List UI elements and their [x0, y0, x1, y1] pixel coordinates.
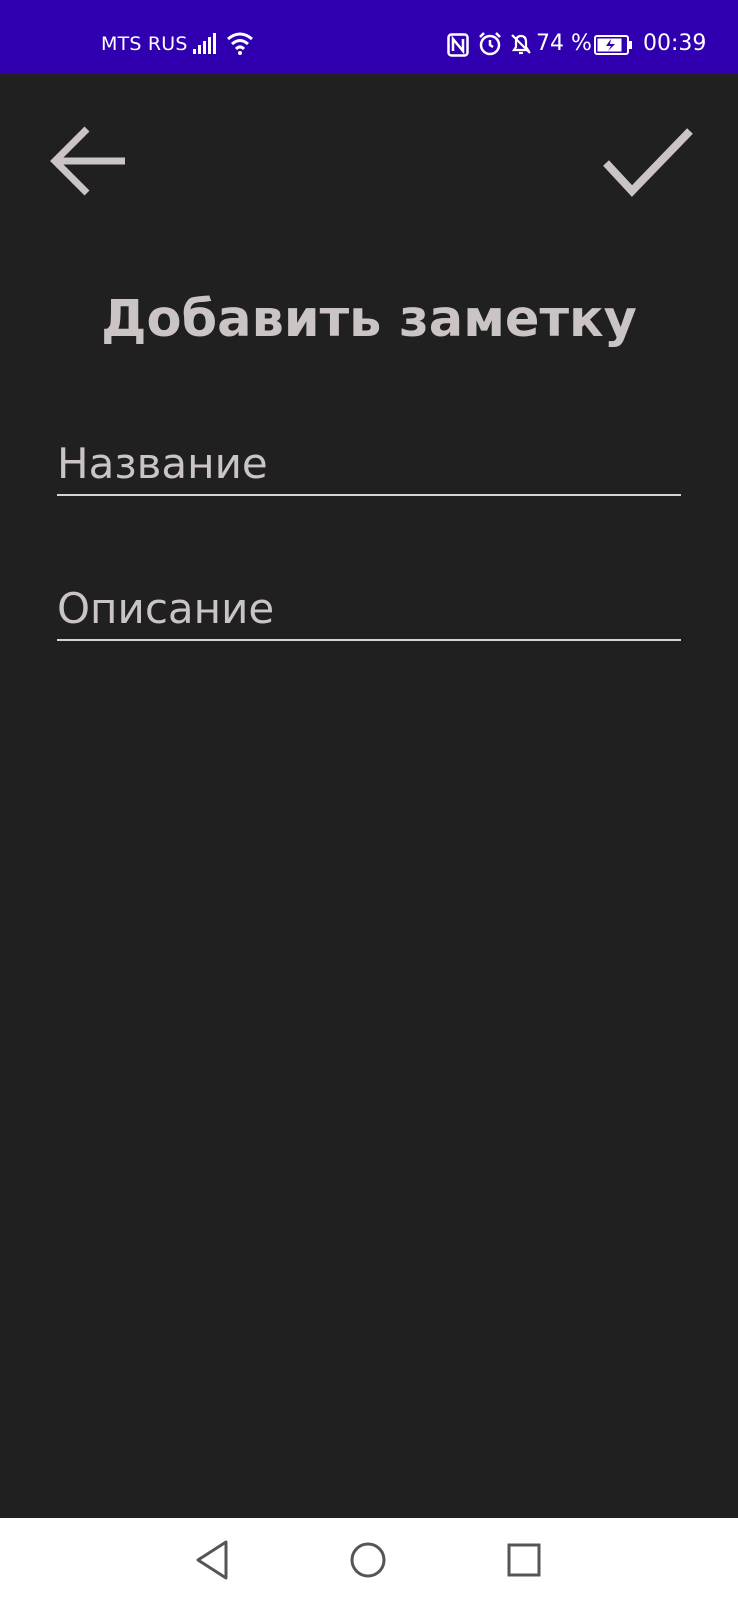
nav-home-button[interactable]: [344, 1536, 392, 1584]
clock: 00:39: [643, 31, 707, 56]
page-title: Добавить заметку: [101, 290, 637, 349]
system-nav-bar: [0, 1518, 738, 1600]
triangle-back-icon: [190, 1540, 238, 1588]
carrier-name: MTS RUS: [101, 33, 188, 55]
circle-home-icon: [344, 1542, 392, 1588]
nfc-icon: [447, 33, 469, 62]
back-button[interactable]: [46, 120, 132, 206]
note-description-input[interactable]: [57, 584, 681, 633]
wifi-icon: [226, 31, 254, 60]
battery-charging-icon: [594, 35, 634, 60]
nav-recents-button[interactable]: [500, 1536, 548, 1584]
status-bar: MTS RUS 74 % 00:39: [0, 0, 738, 74]
nav-back-button[interactable]: [190, 1536, 238, 1584]
note-title-input[interactable]: [57, 439, 681, 488]
note-description-field: [57, 567, 681, 641]
arrow-left-icon: [49, 121, 129, 206]
battery-percent: 74 %: [536, 31, 592, 56]
note-title-field: [57, 422, 681, 496]
add-note-screen: MTS RUS 74 % 00:39 Добавить заметку Назв…: [0, 0, 738, 1600]
square-recents-icon: [500, 1543, 548, 1588]
signal-icon: [193, 33, 217, 60]
checkmark-icon: [602, 127, 694, 204]
confirm-button[interactable]: [600, 126, 696, 204]
bell-off-icon: [509, 32, 533, 61]
alarm-icon: [478, 32, 502, 61]
